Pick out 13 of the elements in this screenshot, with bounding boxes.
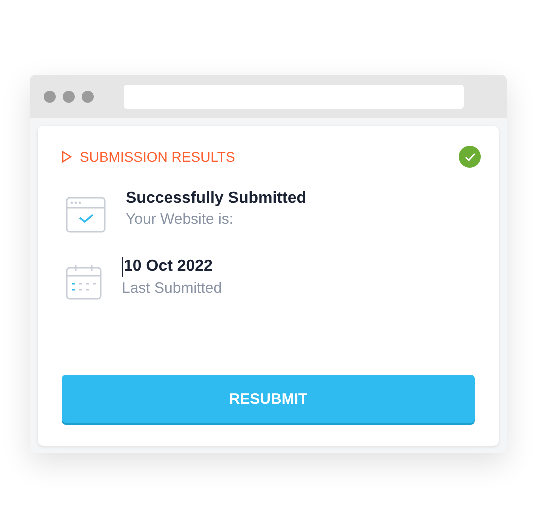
calendar-icon: [66, 264, 102, 300]
item-subtitle: Last Submitted: [122, 280, 222, 297]
item-subtitle: Your Website is:: [126, 211, 235, 228]
resubmit-button[interactable]: RESUBMIT: [62, 375, 475, 423]
window-dot: [82, 90, 94, 102]
item-title: 10 Oct 2022: [124, 258, 213, 276]
window-dot: [44, 90, 56, 102]
browser-check-icon: [66, 197, 106, 233]
section-title: SUBMISSION RESULTS: [80, 149, 236, 165]
window-dot: [63, 90, 75, 102]
item-title: Successfully Submitted: [126, 190, 306, 208]
address-bar[interactable]: [124, 84, 464, 108]
play-icon: [62, 151, 72, 163]
